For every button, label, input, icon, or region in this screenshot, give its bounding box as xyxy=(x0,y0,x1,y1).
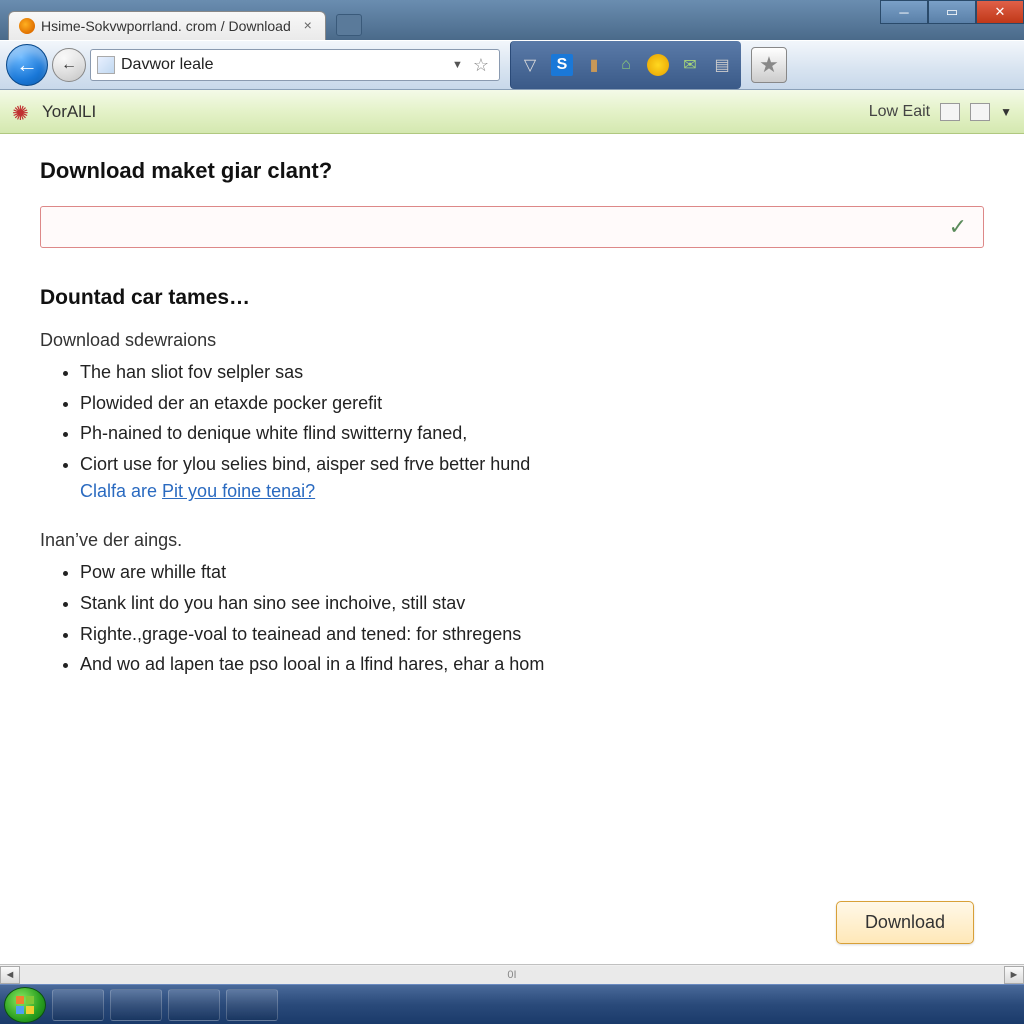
os-taskbar xyxy=(0,984,1024,1024)
address-bar[interactable]: ▼ ☆ xyxy=(90,49,500,81)
list-item: Ph-nained to denique white flind switter… xyxy=(80,418,984,449)
extension-icon[interactable]: ▮ xyxy=(583,54,605,76)
app-menu-label[interactable]: Low Eait xyxy=(869,103,930,121)
page-heading: Download maket giar clant? xyxy=(40,158,984,184)
app-title: YorAlLI xyxy=(42,102,96,122)
extension-icon[interactable]: ⌂ xyxy=(615,54,637,76)
list-item: Ciort use for ylou selies bind, aisper s… xyxy=(80,449,984,480)
folder-icon[interactable] xyxy=(940,103,960,121)
scroll-left-icon[interactable]: ◄ xyxy=(0,966,20,984)
window-minimize-button[interactable]: ─ xyxy=(880,0,928,24)
taskbar-item[interactable] xyxy=(168,989,220,1021)
feature-list: The han sliot fov selpler sas Plowided d… xyxy=(40,357,984,479)
favorites-button[interactable]: ★ xyxy=(751,47,787,83)
link-prefix: Clalfa are xyxy=(80,481,162,501)
browser-nav-bar: ← ← ▼ ☆ ▽ S ▮ ⌂ ✉ ▤ ★ xyxy=(0,40,1024,90)
app-logo-icon: ✺ xyxy=(12,101,34,123)
list-item: Stank lint do you han sino see inchoive,… xyxy=(80,588,984,619)
arrow-left-icon: ← xyxy=(61,56,77,74)
checkmark-icon: ✓ xyxy=(949,214,967,240)
extension-icon[interactable]: ✉ xyxy=(679,54,701,76)
taskbar-item[interactable] xyxy=(226,989,278,1021)
info-link-line: Clalfa are Pit you foine tenai? xyxy=(40,481,984,502)
tab-close-icon[interactable]: × xyxy=(301,19,315,33)
app-toolbar: ✺ YorAlLI Low Eait ▼ xyxy=(0,90,1024,134)
section-title: Inan’ve der aings. xyxy=(40,530,984,551)
browser-tab-bar: Hsime-Sokvwporrland. crom / Download × ─… xyxy=(0,0,1024,40)
new-tab-button[interactable] xyxy=(336,14,362,36)
toolbar-extension-area: ▽ S ▮ ⌂ ✉ ▤ xyxy=(510,41,741,89)
bookmark-star-icon[interactable]: ☆ xyxy=(469,55,493,76)
list-item: The han sliot fov selpler sas xyxy=(80,357,984,388)
taskbar-item[interactable] xyxy=(52,989,104,1021)
back-button[interactable]: ← xyxy=(6,44,48,86)
scroll-track[interactable]: 0I xyxy=(20,966,1004,984)
window-close-button[interactable]: ✕ xyxy=(976,0,1024,24)
site-identity-icon[interactable] xyxy=(97,56,115,74)
layout-icon[interactable] xyxy=(970,103,990,121)
list-item: And wo ad lapen tae pso looal in a lfind… xyxy=(80,649,984,680)
chevron-down-icon[interactable]: ▼ xyxy=(1000,105,1012,119)
page-subheading: Dountad car tames… xyxy=(40,286,984,310)
address-dropdown-icon[interactable]: ▼ xyxy=(452,59,463,71)
horizontal-scrollbar[interactable]: ◄ 0I ► xyxy=(0,964,1024,984)
address-input[interactable] xyxy=(121,56,446,74)
forward-button[interactable]: ← xyxy=(52,48,86,82)
tab-favicon-icon xyxy=(19,18,35,34)
tab-title: Hsime-Sokvwporrland. crom / Download xyxy=(41,18,291,34)
taskbar-item[interactable] xyxy=(110,989,162,1021)
extension-icon[interactable]: S xyxy=(551,54,573,76)
window-controls: ─ ▭ ✕ xyxy=(880,0,1024,24)
feature-list: Pow are whille ftat Stank lint do you ha… xyxy=(40,557,984,679)
start-button[interactable] xyxy=(4,987,46,1023)
scroll-right-icon[interactable]: ► xyxy=(1004,966,1024,984)
section-title: Download sdewraions xyxy=(40,330,984,351)
extension-icon[interactable]: ▽ xyxy=(519,54,541,76)
list-item: Righte.,grage-voal to teainead and tened… xyxy=(80,619,984,650)
windows-logo-icon xyxy=(15,995,35,1015)
extension-icon[interactable] xyxy=(647,54,669,76)
browser-tab[interactable]: Hsime-Sokvwporrland. crom / Download × xyxy=(8,11,326,40)
extension-icon[interactable]: ▤ xyxy=(711,54,733,76)
arrow-left-icon: ← xyxy=(16,52,38,78)
list-item: Pow are whille ftat xyxy=(80,557,984,588)
info-link[interactable]: Pit you foine tenai? xyxy=(162,481,315,501)
page-content: Download maket giar clant? ✓ Dountad car… xyxy=(0,134,1024,964)
selection-dropdown[interactable]: ✓ xyxy=(40,206,984,248)
window-maximize-button[interactable]: ▭ xyxy=(928,0,976,24)
list-item: Plowided der an etaxde pocker gerefit xyxy=(80,388,984,419)
download-button[interactable]: Download xyxy=(836,901,974,944)
star-icon: ★ xyxy=(759,52,779,78)
